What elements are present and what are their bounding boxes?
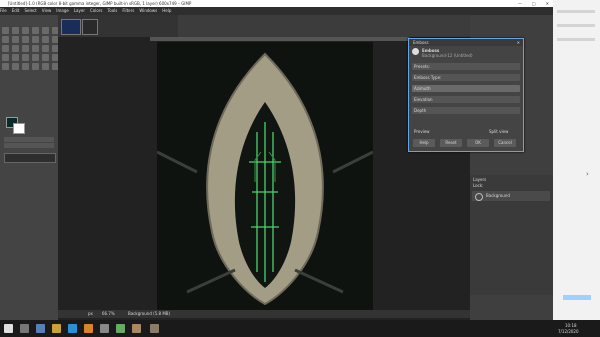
layers-header: Layers (473, 177, 487, 182)
tool-grid (2, 27, 60, 70)
menu-file[interactable]: File (0, 8, 7, 13)
dialog-title: Emboss (413, 40, 429, 45)
scale-icon[interactable] (22, 36, 29, 43)
elevation-slider[interactable]: Elevation (412, 96, 520, 103)
layer-row[interactable]: Background (472, 191, 550, 201)
tool-option-row[interactable] (4, 143, 54, 148)
maximize-icon[interactable]: □ (532, 0, 536, 7)
browser-window: › (553, 0, 600, 320)
menu-filters[interactable]: Filters (122, 8, 134, 13)
help-button[interactable]: Help (413, 139, 435, 147)
file-explorer-icon[interactable] (52, 324, 61, 333)
visibility-eye-icon[interactable] (475, 193, 483, 201)
status-bar: px 66.7% Background (5.8 MB) (58, 310, 470, 318)
lasso-icon[interactable] (42, 27, 49, 34)
shear-icon[interactable] (32, 36, 39, 43)
layers-panel: Layers Lock: Background (470, 175, 553, 295)
app-icon[interactable] (132, 324, 141, 333)
measure-icon[interactable] (22, 63, 29, 70)
move-tool-icon[interactable] (2, 27, 9, 34)
depth-slider[interactable]: Depth (412, 107, 520, 114)
status-info: Background (5.8 MB) (128, 311, 171, 316)
next-arrow-icon[interactable]: › (586, 170, 589, 178)
search-icon[interactable] (20, 324, 29, 333)
emboss-dialog: Emboss ✕ Emboss Background-12 (Untitled)… (408, 38, 524, 152)
align-tool-icon[interactable] (12, 27, 19, 34)
paths-icon[interactable] (2, 63, 9, 70)
menu-tools[interactable]: Tools (108, 8, 118, 13)
browser-item[interactable] (557, 38, 595, 41)
airbrush-icon[interactable] (2, 54, 9, 61)
menu-image[interactable]: Image (56, 8, 69, 13)
clock-date: 7/12/2020 (558, 329, 579, 334)
image-tab-thumbnail[interactable] (61, 19, 81, 35)
minimize-icon[interactable]: — (518, 0, 522, 7)
app-icon[interactable] (100, 324, 109, 333)
toolbox-dock (0, 15, 59, 320)
text-tool-icon[interactable] (2, 45, 9, 52)
smudge-icon[interactable] (42, 54, 49, 61)
firefox-icon[interactable] (84, 324, 93, 333)
ink-icon[interactable] (12, 54, 19, 61)
emboss-type-select[interactable]: Emboss Type: (412, 74, 520, 81)
window-title: [Untitled]-1.0 (RGB color 8-bit gamma in… (8, 1, 192, 6)
rect-select-icon[interactable] (22, 27, 29, 34)
reset-button[interactable]: Reset (440, 139, 462, 147)
rotate-icon[interactable] (12, 36, 19, 43)
perspective-icon[interactable] (42, 36, 49, 43)
warp-icon[interactable] (42, 63, 49, 70)
azimuth-slider[interactable]: Azimuth (412, 85, 520, 92)
menu-windows[interactable]: Windows (139, 8, 157, 13)
presets-select[interactable]: Presets: (412, 63, 520, 70)
color-picker-icon[interactable] (12, 63, 19, 70)
embossed-artwork (156, 52, 374, 306)
menu-select[interactable]: Select (24, 8, 36, 13)
background-color-swatch[interactable] (13, 123, 25, 134)
gegl-logo-icon (412, 48, 419, 55)
edge-icon[interactable] (68, 324, 77, 333)
ellipse-select-icon[interactable] (32, 27, 39, 34)
gradient-icon[interactable] (22, 45, 29, 52)
pencil-icon[interactable] (32, 45, 39, 52)
lock-label: Lock: (473, 183, 484, 188)
image-canvas[interactable] (156, 42, 374, 310)
menu-help[interactable]: Help (162, 8, 171, 13)
clone-icon[interactable] (22, 54, 29, 61)
taskbar: 10:18 7/12/2020 (0, 320, 600, 337)
download-bar[interactable] (563, 295, 591, 300)
bucket-fill-icon[interactable] (12, 45, 19, 52)
close-icon[interactable]: ✕ (546, 0, 549, 7)
split-view-checkbox[interactable]: Split view (489, 129, 508, 134)
ok-button[interactable]: OK (467, 139, 489, 147)
units-select[interactable]: px (88, 310, 93, 318)
browser-item[interactable] (557, 10, 595, 13)
zoom-select[interactable]: 66.7% (102, 310, 115, 318)
menu-colors[interactable]: Colors (90, 8, 103, 13)
menubar: File Edit Select View Image Layer Colors Tools F… (0, 7, 553, 15)
zoom-icon[interactable] (32, 63, 39, 70)
title-bar: [Untitled]-1.0 (RGB color 8-bit gamma in… (0, 0, 553, 7)
dialog-titlebar: Emboss ✕ (409, 39, 523, 46)
tool-options-header (4, 137, 54, 142)
crop-icon[interactable] (2, 36, 9, 43)
horizontal-ruler (150, 37, 410, 41)
tool-preset-field[interactable] (4, 153, 56, 163)
dialog-subtitle: Background-12 (Untitled) (422, 53, 473, 58)
image-tab-thumbnail-active[interactable] (82, 19, 98, 35)
menu-view[interactable]: View (42, 8, 52, 13)
gimp-icon[interactable] (150, 324, 159, 333)
task-view-icon[interactable] (36, 324, 45, 333)
paintbrush-icon[interactable] (42, 45, 49, 52)
heal-icon[interactable] (32, 54, 39, 61)
menu-edit[interactable]: Edit (12, 8, 20, 13)
start-icon[interactable] (4, 324, 13, 333)
layer-name: Background (486, 193, 510, 198)
browser-item[interactable] (557, 24, 595, 27)
app-icon[interactable] (116, 324, 125, 333)
clock-time: 10:18 (565, 323, 577, 328)
menu-layer[interactable]: Layer (74, 8, 85, 13)
cancel-button[interactable]: Cancel (494, 139, 516, 147)
preview-checkbox[interactable]: Preview (414, 129, 430, 134)
dialog-close-icon[interactable]: ✕ (517, 39, 520, 46)
